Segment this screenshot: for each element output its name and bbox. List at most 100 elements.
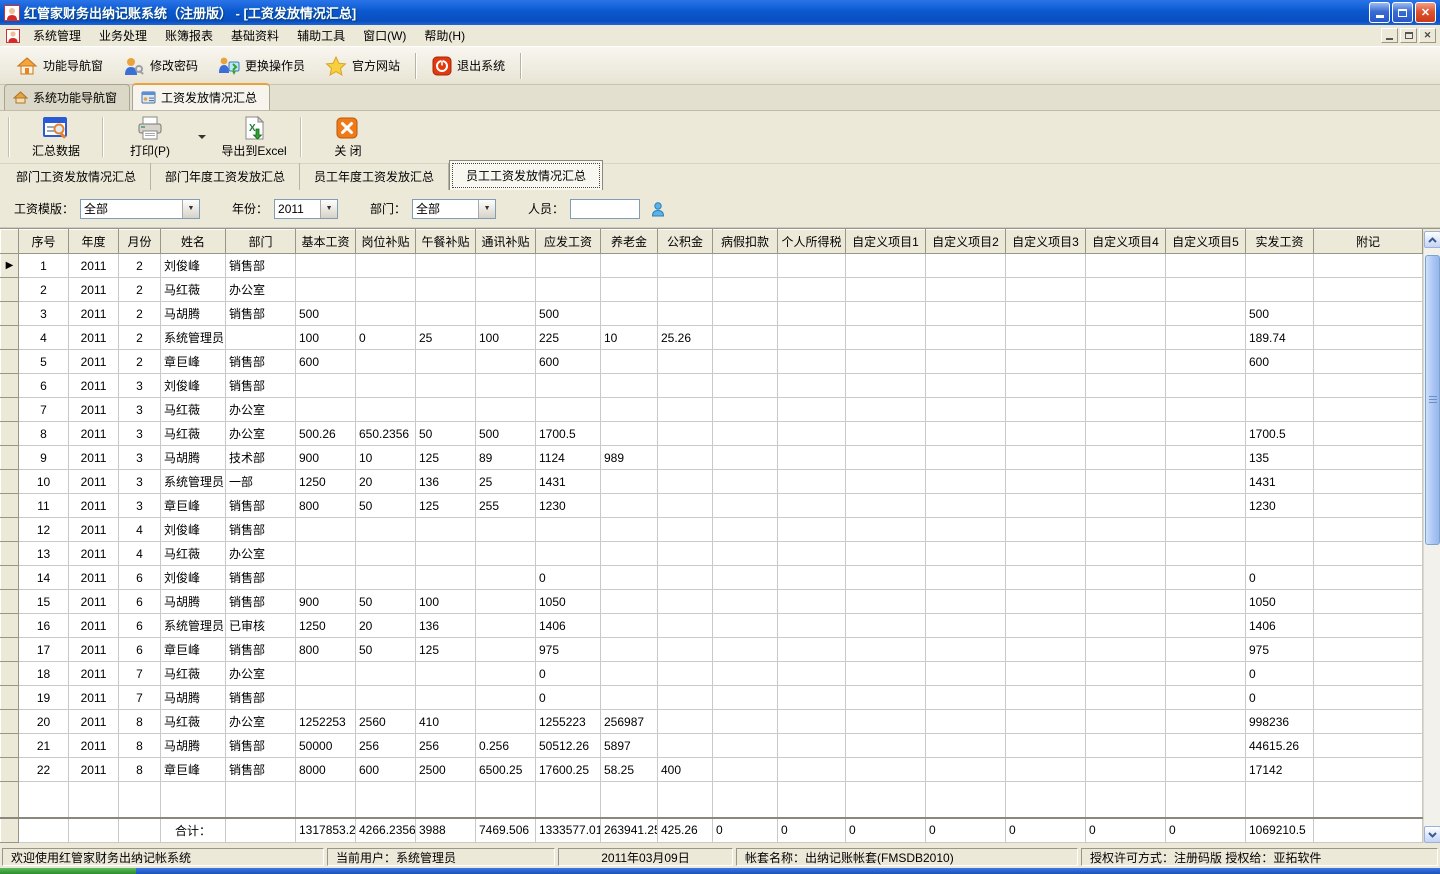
cell[interactable] bbox=[356, 398, 416, 422]
cell[interactable] bbox=[778, 494, 846, 518]
cell[interactable] bbox=[356, 374, 416, 398]
cell[interactable] bbox=[1006, 374, 1086, 398]
cell[interactable] bbox=[713, 734, 778, 758]
cell[interactable] bbox=[601, 374, 658, 398]
column-header[interactable]: 自定义项目2 bbox=[926, 230, 1006, 254]
cell[interactable]: 1050 bbox=[1246, 590, 1314, 614]
cell[interactable] bbox=[601, 782, 658, 818]
cell[interactable] bbox=[1086, 758, 1166, 782]
scrollbar-thumb[interactable] bbox=[1425, 255, 1440, 545]
cell[interactable] bbox=[1006, 590, 1086, 614]
cell[interactable]: 2011 bbox=[69, 566, 119, 590]
cell[interactable] bbox=[713, 422, 778, 446]
cell[interactable] bbox=[778, 734, 846, 758]
cell[interactable]: 刘俊峰 bbox=[161, 566, 226, 590]
cell[interactable]: 1406 bbox=[1246, 614, 1314, 638]
cell[interactable] bbox=[713, 614, 778, 638]
cell[interactable]: 4266.2356 bbox=[356, 818, 416, 843]
cell[interactable] bbox=[536, 254, 601, 278]
cell[interactable]: 0 bbox=[536, 662, 601, 686]
cell[interactable]: 21 bbox=[19, 734, 69, 758]
cell[interactable]: 500.26 bbox=[296, 422, 356, 446]
tab-employee-salary-summary[interactable]: 员工工资发放情况汇总 bbox=[449, 160, 603, 191]
cell[interactable]: 0 bbox=[356, 326, 416, 350]
cell[interactable] bbox=[296, 518, 356, 542]
chevron-down-icon[interactable]: ▼ bbox=[182, 200, 199, 218]
official-website-button[interactable]: 官方网站 bbox=[315, 51, 410, 81]
cell[interactable]: 100 bbox=[476, 326, 536, 350]
cell[interactable] bbox=[1006, 662, 1086, 686]
cell[interactable] bbox=[356, 566, 416, 590]
cell[interactable]: 6 bbox=[119, 566, 161, 590]
cell[interactable] bbox=[226, 782, 296, 818]
column-header[interactable]: 实发工资 bbox=[1246, 230, 1314, 254]
cell[interactable]: 1431 bbox=[536, 470, 601, 494]
cell[interactable] bbox=[1086, 374, 1166, 398]
cell[interactable] bbox=[658, 278, 713, 302]
cell[interactable]: 0 bbox=[1086, 818, 1166, 843]
cell[interactable]: 马胡腾 bbox=[161, 590, 226, 614]
cell[interactable]: 3 bbox=[119, 446, 161, 470]
cell[interactable] bbox=[713, 350, 778, 374]
menu-window[interactable]: 窗口(W) bbox=[354, 25, 415, 46]
cell[interactable]: 2011 bbox=[69, 470, 119, 494]
cell[interactable] bbox=[416, 278, 476, 302]
cell[interactable]: 8 bbox=[19, 422, 69, 446]
row-selector[interactable] bbox=[1, 590, 19, 614]
tab-salary-summary[interactable]: 工资发放情况汇总 bbox=[132, 83, 270, 110]
mdi-close-icon[interactable]: ✕ bbox=[1419, 28, 1436, 43]
cell[interactable] bbox=[601, 686, 658, 710]
cell[interactable] bbox=[778, 710, 846, 734]
cell[interactable] bbox=[846, 590, 926, 614]
cell[interactable]: 2011 bbox=[69, 494, 119, 518]
cell[interactable] bbox=[356, 302, 416, 326]
column-header[interactable]: 自定义项目3 bbox=[1006, 230, 1086, 254]
cell[interactable] bbox=[846, 686, 926, 710]
cell[interactable]: 58.25 bbox=[601, 758, 658, 782]
cell[interactable] bbox=[536, 782, 601, 818]
cell[interactable] bbox=[846, 782, 926, 818]
cell[interactable] bbox=[1314, 782, 1423, 818]
cell[interactable]: 刘俊峰 bbox=[161, 374, 226, 398]
cell[interactable]: 销售部 bbox=[226, 494, 296, 518]
mdi-restore-icon[interactable] bbox=[1400, 28, 1417, 43]
cell[interactable] bbox=[476, 710, 536, 734]
cell[interactable]: 3 bbox=[119, 374, 161, 398]
cell[interactable]: 2011 bbox=[69, 422, 119, 446]
row-selector[interactable] bbox=[1, 278, 19, 302]
cell[interactable] bbox=[926, 398, 1006, 422]
cell[interactable] bbox=[296, 782, 356, 818]
minimize-icon[interactable] bbox=[1369, 2, 1390, 23]
cell[interactable]: 9 bbox=[19, 446, 69, 470]
cell[interactable]: 25 bbox=[416, 326, 476, 350]
cell[interactable]: 6500.25 bbox=[476, 758, 536, 782]
cell[interactable] bbox=[1086, 422, 1166, 446]
cell[interactable] bbox=[356, 662, 416, 686]
cell[interactable]: 225 bbox=[536, 326, 601, 350]
exit-system-button[interactable]: 退出系统 bbox=[422, 51, 515, 81]
cell[interactable] bbox=[658, 350, 713, 374]
cell[interactable] bbox=[476, 590, 536, 614]
cell[interactable] bbox=[1314, 542, 1423, 566]
cell[interactable]: 2011 bbox=[69, 518, 119, 542]
cell[interactable] bbox=[926, 422, 1006, 446]
cell[interactable]: 6 bbox=[19, 374, 69, 398]
column-header[interactable]: 个人所得税 bbox=[778, 230, 846, 254]
cell[interactable] bbox=[1166, 254, 1246, 278]
cell[interactable]: 50 bbox=[416, 422, 476, 446]
row-selector[interactable] bbox=[1, 350, 19, 374]
cell[interactable] bbox=[476, 374, 536, 398]
chevron-down-icon[interactable]: ▼ bbox=[320, 200, 337, 218]
cell[interactable] bbox=[1314, 734, 1423, 758]
cell[interactable]: 0 bbox=[536, 566, 601, 590]
cell[interactable] bbox=[1314, 566, 1423, 590]
column-header[interactable]: 自定义项目4 bbox=[1086, 230, 1166, 254]
cell[interactable]: 1230 bbox=[1246, 494, 1314, 518]
cell[interactable]: 1250 bbox=[296, 614, 356, 638]
cell[interactable] bbox=[846, 662, 926, 686]
cell[interactable] bbox=[846, 638, 926, 662]
cell[interactable]: 500 bbox=[1246, 302, 1314, 326]
cell[interactable] bbox=[476, 662, 536, 686]
cell[interactable]: 销售部 bbox=[226, 638, 296, 662]
cell[interactable] bbox=[416, 662, 476, 686]
